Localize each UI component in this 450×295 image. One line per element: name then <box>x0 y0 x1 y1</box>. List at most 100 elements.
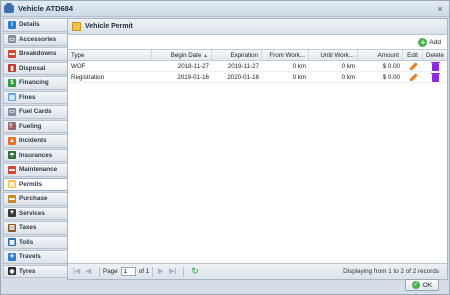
sidebar-item-fuel-cards[interactable]: ▭ Fuel Cards <box>3 105 67 119</box>
building-icon: ▥ <box>8 223 16 232</box>
column-amount[interactable]: Amount <box>358 50 403 60</box>
sidebar-item-label: Disposal <box>19 64 46 72</box>
check-icon: ✓ <box>411 281 420 289</box>
dollar-icon: $ <box>8 78 16 87</box>
fuel-card-icon: ▭ <box>8 107 16 116</box>
sidebar-item-insurances[interactable]: ☂ Insurances <box>3 148 67 162</box>
window-titlebar[interactable]: Vehicle ATD684 × <box>1 1 449 17</box>
sidebar-item-label: Accessories <box>19 35 57 43</box>
purchase-icon: ▬ <box>8 194 16 203</box>
cell-type: WOF <box>71 63 86 70</box>
sidebar-item-label: Insurances <box>19 151 53 159</box>
sidebar-item-label: Taxes <box>19 224 37 232</box>
sidebar-item-label: Maintenance <box>19 166 58 174</box>
info-icon: i <box>8 20 16 29</box>
sidebar-item-label: Incidents <box>19 137 47 145</box>
page-input[interactable] <box>120 267 136 276</box>
fuel-pump-icon: ⛽ <box>8 122 16 131</box>
refresh-icon[interactable]: ↻ <box>191 266 199 277</box>
column-from-work[interactable]: From Work... <box>262 50 309 60</box>
vehicle-icon <box>4 2 14 13</box>
sidebar-item-services[interactable]: ▼ Services <box>3 206 67 220</box>
first-page-icon[interactable]: |◀ <box>72 267 81 276</box>
column-edit[interactable]: Edit <box>403 50 423 60</box>
breakdown-icon: ▬ <box>8 49 16 58</box>
sidebar-item-travels[interactable]: ✈ Travels <box>3 250 67 264</box>
paging-display-text: Displaying from 1 to 2 of 2 records <box>343 268 439 275</box>
window-title: Vehicle ATD684 <box>18 4 74 13</box>
sidebar-item-label: Fines <box>19 93 36 101</box>
edit-button[interactable] <box>403 61 423 71</box>
panel-title: Vehicle Permit <box>85 23 133 30</box>
accessories-icon: ▭ <box>8 35 16 44</box>
last-page-icon[interactable]: ▶| <box>168 267 177 276</box>
table-row[interactable]: Registration 2019-01-16 2020-01-16 0 km … <box>68 72 447 83</box>
trash-icon <box>430 61 440 71</box>
cell-amount: $ 0.00 <box>382 63 400 70</box>
column-delete[interactable]: Delete <box>423 50 447 60</box>
ok-label: OK <box>422 281 433 289</box>
column-expiration[interactable]: Expiration <box>212 50 262 60</box>
cone-icon: ▲ <box>8 136 16 145</box>
cell-until-work: 0 km <box>341 74 355 81</box>
sidebar-item-fines[interactable]: ▤ Fines <box>3 90 67 104</box>
column-begin-date-label: Begin Date <box>170 52 202 59</box>
cell-amount: $ 0.00 <box>382 74 400 81</box>
permit-icon: ▤ <box>8 180 16 189</box>
cell-from-work: 0 km <box>292 63 306 70</box>
prev-page-icon[interactable]: ◀ <box>84 267 93 276</box>
cell-type: Registration <box>71 74 105 81</box>
pager-separator <box>99 266 100 277</box>
edit-button[interactable] <box>403 72 423 82</box>
sidebar-item-label: Details <box>19 21 40 29</box>
pager-separator <box>183 266 185 277</box>
sidebar-item-incidents[interactable]: ▲ Incidents <box>3 134 67 148</box>
sidebar-item-label: Tyres <box>19 267 36 275</box>
sidebar-item-taxes[interactable]: ▥ Taxes <box>3 221 67 235</box>
sidebar-item-permits[interactable]: ▤ Permits <box>3 177 67 191</box>
cell-begin-date: 2019-01-16 <box>177 74 209 81</box>
umbrella-icon: ☂ <box>8 151 16 160</box>
sidebar-item-purchase[interactable]: ▬ Purchase <box>3 192 67 206</box>
fines-icon: ▤ <box>8 93 16 102</box>
panel-toolbar: + Add <box>68 35 447 49</box>
tyre-icon: ◉ <box>8 267 16 276</box>
sidebar-item-label: Fueling <box>19 122 42 130</box>
cell-expiration: 2019-11-27 <box>227 63 259 70</box>
pencil-icon <box>408 62 418 71</box>
permits-grid: Type Begin Date ▲ Expiration From Work..… <box>68 49 447 83</box>
column-begin-date[interactable]: Begin Date ▲ <box>152 50 212 60</box>
cell-begin-date: 2018-11-27 <box>177 63 209 70</box>
pencil-icon <box>408 73 418 82</box>
sidebar-item-maintenance[interactable]: ▬ Maintenance <box>3 163 67 177</box>
sidebar-item-tolls[interactable]: ▦ Tolls <box>3 235 67 249</box>
plus-icon: + <box>418 37 428 47</box>
page-label: Page <box>103 268 118 275</box>
pager-separator <box>152 266 154 277</box>
next-page-icon[interactable]: ▶ <box>156 267 165 276</box>
permit-icon <box>72 22 81 31</box>
sidebar-item-disposal[interactable]: ▮ Disposal <box>3 61 67 75</box>
tolls-icon: ▦ <box>8 238 16 247</box>
funnel-icon: ▼ <box>8 209 16 218</box>
sidebar-item-label: Financing <box>19 79 49 87</box>
table-row[interactable]: WOF 2018-11-27 2019-11-27 0 km 0 km $ 0.… <box>68 61 447 72</box>
sidebar-item-details[interactable]: i Details <box>3 18 67 32</box>
column-until-work[interactable]: Until Work... <box>309 50 358 60</box>
vehicle-window: Vehicle ATD684 × i Details ▭ Accessories ▬ Br… <box>0 0 450 295</box>
sidebar-item-breakdowns[interactable]: ▬ Breakdowns <box>3 47 67 61</box>
sidebar-item-fueling[interactable]: ⛽ Fueling <box>3 119 67 133</box>
delete-button[interactable] <box>423 72 447 82</box>
column-type[interactable]: Type <box>68 50 152 60</box>
sidebar-item-financing[interactable]: $ Financing <box>3 76 67 90</box>
sidebar-item-accessories[interactable]: ▭ Accessories <box>3 32 67 46</box>
sidebar-item-tyres[interactable]: ◉ Tyres <box>3 264 67 278</box>
plane-icon: ✈ <box>8 252 16 261</box>
close-button[interactable]: × <box>435 4 445 14</box>
delete-button[interactable] <box>423 61 447 71</box>
sidebar-item-label: Permits <box>19 180 43 188</box>
cell-until-work: 0 km <box>341 63 355 70</box>
trash-icon <box>430 72 440 82</box>
ok-button[interactable]: ✓ OK <box>405 279 439 291</box>
add-button[interactable]: + Add <box>418 37 441 47</box>
